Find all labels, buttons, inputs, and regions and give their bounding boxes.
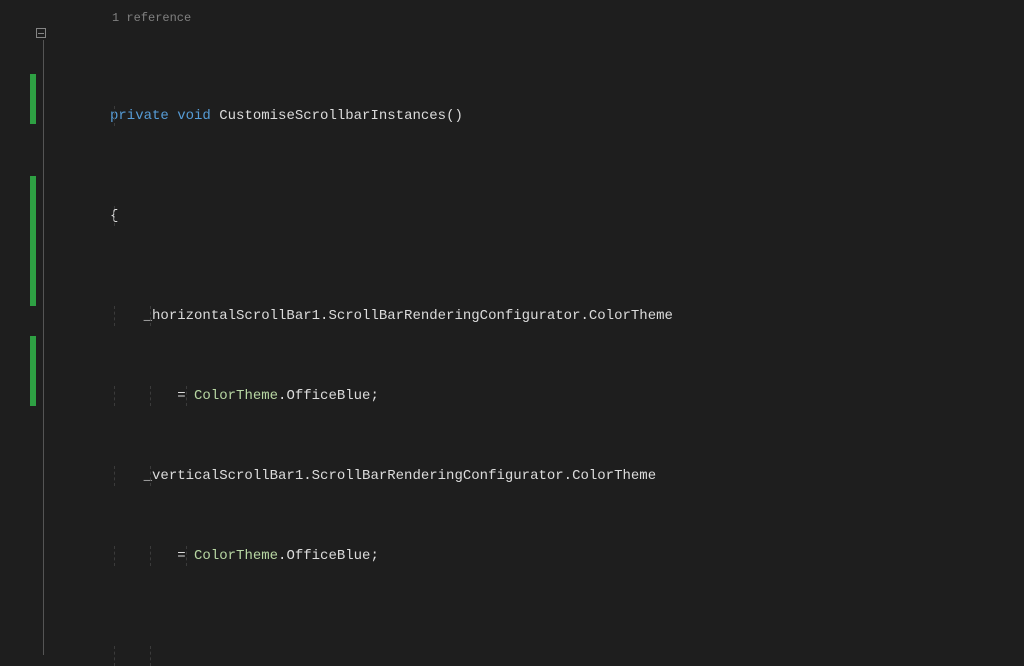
code-text: _verticalScrollBar1.ScrollBarRenderingCo… — [144, 468, 656, 484]
method-name: CustomiseScrollbarInstances — [219, 108, 446, 124]
code-line[interactable] — [110, 646, 1024, 666]
eq: = — [177, 388, 185, 404]
parens: () — [446, 108, 463, 124]
keyword-void: void — [177, 108, 211, 124]
code-line[interactable]: _verticalScrollBar1.ScrollBarRenderingCo… — [110, 466, 1024, 486]
enum-type: ColorTheme — [194, 388, 278, 404]
gutter — [0, 0, 110, 666]
modification-marker — [30, 336, 36, 406]
code-editor[interactable]: 1 reference private void CustomiseScroll… — [0, 0, 1024, 666]
code-line[interactable]: = ColorTheme.OfficeBlue; — [110, 546, 1024, 566]
keyword-private: private — [110, 108, 169, 124]
enum-value: .OfficeBlue; — [278, 548, 379, 564]
collapse-toggle[interactable] — [36, 28, 46, 38]
eq: = — [177, 548, 185, 564]
code-area[interactable]: private void CustomiseScrollbarInstances… — [110, 0, 1024, 666]
code-text: _horizontalScrollBar1.ScrollBarRendering… — [144, 308, 673, 324]
modification-marker — [30, 176, 36, 306]
code-line[interactable]: private void CustomiseScrollbarInstances… — [110, 106, 1024, 126]
code-line[interactable]: = ColorTheme.OfficeBlue; — [110, 386, 1024, 406]
outline-guide — [43, 40, 44, 655]
code-line[interactable]: _horizontalScrollBar1.ScrollBarRendering… — [110, 306, 1024, 326]
enum-value: .OfficeBlue; — [278, 388, 379, 404]
code-line[interactable]: { — [110, 206, 1024, 226]
modification-marker — [30, 74, 36, 124]
enum-type: ColorTheme — [194, 548, 278, 564]
